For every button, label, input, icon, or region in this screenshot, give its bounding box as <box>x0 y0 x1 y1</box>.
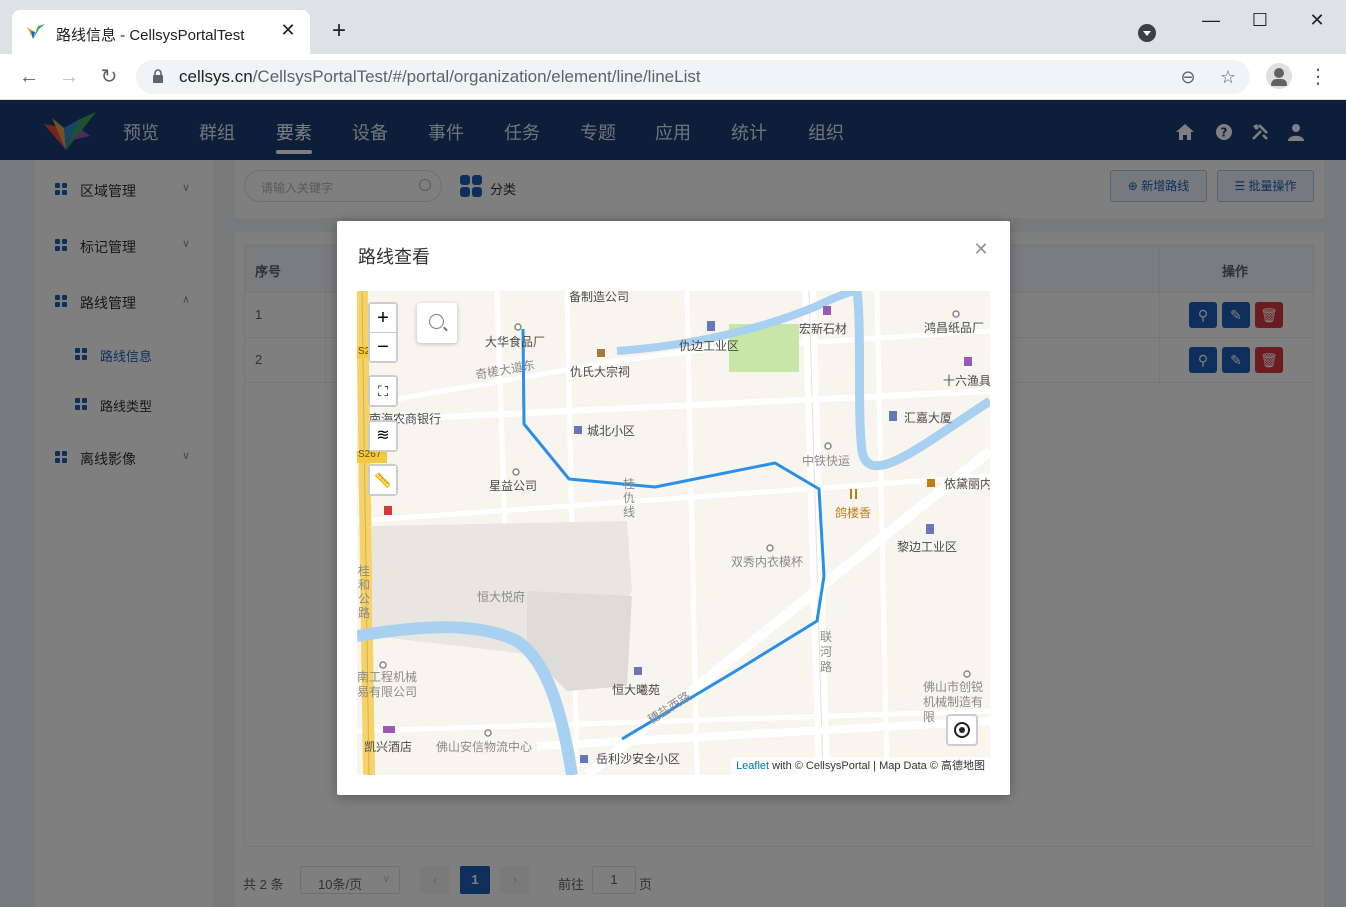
map-label: 恒大悦府 <box>477 590 526 604</box>
browser-tabstrip: 路线信息 - CellsysPortalTest ✕ + — ☐ ✕ <box>0 0 1346 54</box>
map-label: 中铁快运 <box>802 454 851 468</box>
map-label: 星益公司 <box>489 479 538 493</box>
map-road-label: 联河路 <box>820 630 833 674</box>
tab-search-icon[interactable] <box>1138 24 1156 42</box>
map-label: 黎边工业区 <box>897 540 958 554</box>
bookmark-star-icon[interactable]: ☆ <box>1216 65 1240 89</box>
new-tab-icon[interactable]: + <box>326 18 352 44</box>
reload-icon[interactable]: ↻ <box>96 64 122 90</box>
map-label: 汇嘉大厦 <box>904 411 953 425</box>
map-road-label: 桂仇线 <box>623 477 636 519</box>
minimize-icon[interactable]: — <box>1196 8 1226 32</box>
ruler-icon: 📏 <box>370 466 396 494</box>
zoom-control: + − <box>368 302 398 363</box>
address-bar[interactable]: cellsys.cn/CellsysPortalTest/#/portal/or… <box>136 60 1250 94</box>
forward-icon[interactable]: → <box>56 64 82 90</box>
map-search-button[interactable] <box>417 303 457 343</box>
map-label: 双秀内衣模杯 <box>731 555 804 569</box>
hotel-icon <box>383 726 395 733</box>
zoom-icon[interactable]: ⊖ <box>1176 65 1200 89</box>
map-label: 十六渔具 <box>943 374 990 388</box>
route-view-dialog: 路线查看 ✕ 备制造公司 大华食品厂 仇边工业区 宏新石材 鸿昌纸品厂 仇氏大宗… <box>337 221 1010 795</box>
route-map[interactable]: 备制造公司 大华食品厂 仇边工业区 宏新石材 鸿昌纸品厂 仇氏大宗祠 奇槎大道东… <box>357 291 990 775</box>
map-road-label: 桂和公路 <box>358 564 371 620</box>
map-attribution: Leaflet with © CellsysPortal | Map Data … <box>731 757 990 775</box>
fullscreen-button[interactable]: ⛶ <box>368 375 398 407</box>
search-icon <box>429 314 444 329</box>
browser-menu-icon[interactable]: ⋮ <box>1308 64 1328 90</box>
browser-tab[interactable]: 路线信息 - CellsysPortalTest ✕ <box>12 10 310 54</box>
zoom-in-button[interactable]: + <box>370 304 396 332</box>
restaurant-icon <box>850 489 857 499</box>
layers-icon: ≋ <box>370 422 396 450</box>
back-icon[interactable]: ← <box>16 64 42 90</box>
map-label: 凯兴酒店 <box>364 740 413 754</box>
map-label: 鸿昌纸品厂 <box>924 321 985 335</box>
map-label: 依黛丽内 <box>944 477 990 491</box>
maximize-icon[interactable]: ☐ <box>1245 8 1275 32</box>
gas-station-icon <box>384 506 392 515</box>
dialog-title: 路线查看 <box>358 247 430 267</box>
map-label: 仇氏大宗祠 <box>570 365 631 379</box>
map-label: 岳利沙安全小区 <box>596 752 681 766</box>
measure-button[interactable]: 📏 <box>368 464 398 496</box>
cellsys-favicon-icon <box>27 24 45 39</box>
map-label: 宏新石材 <box>799 322 848 336</box>
map-label: 备制造公司 <box>569 291 630 304</box>
url-text: cellsys.cn/CellsysPortalTest/#/portal/or… <box>179 67 701 86</box>
layers-button[interactable]: ≋ <box>368 420 398 452</box>
locate-icon <box>954 722 970 738</box>
fullscreen-icon: ⛶ <box>370 377 396 405</box>
map-label: 佛山安信物流中心 <box>436 740 533 754</box>
lock-icon <box>153 69 163 83</box>
browser-toolbar: ← → ↻ cellsys.cn/CellsysPortalTest/#/por… <box>0 54 1346 100</box>
map-label: 城北小区 <box>587 424 636 438</box>
tab-close-icon[interactable]: ✕ <box>278 20 298 40</box>
map-label: 仇边工业区 <box>679 339 740 353</box>
window-close-icon[interactable]: ✕ <box>1302 8 1332 32</box>
zoom-out-button[interactable]: − <box>370 333 396 361</box>
map-label: 鸽楼香 <box>835 506 872 520</box>
close-icon[interactable]: ✕ <box>973 240 989 258</box>
leaflet-link[interactable]: Leaflet <box>736 760 769 772</box>
locate-me-button[interactable] <box>946 714 978 746</box>
profile-avatar-icon[interactable] <box>1266 63 1292 89</box>
map-label: 恒大曦苑 <box>612 683 661 697</box>
map-label: 大华食品厂 <box>485 335 546 349</box>
map-label: 南工程机械易有限公司 <box>357 670 418 699</box>
tab-title: 路线信息 - CellsysPortalTest <box>56 27 245 44</box>
